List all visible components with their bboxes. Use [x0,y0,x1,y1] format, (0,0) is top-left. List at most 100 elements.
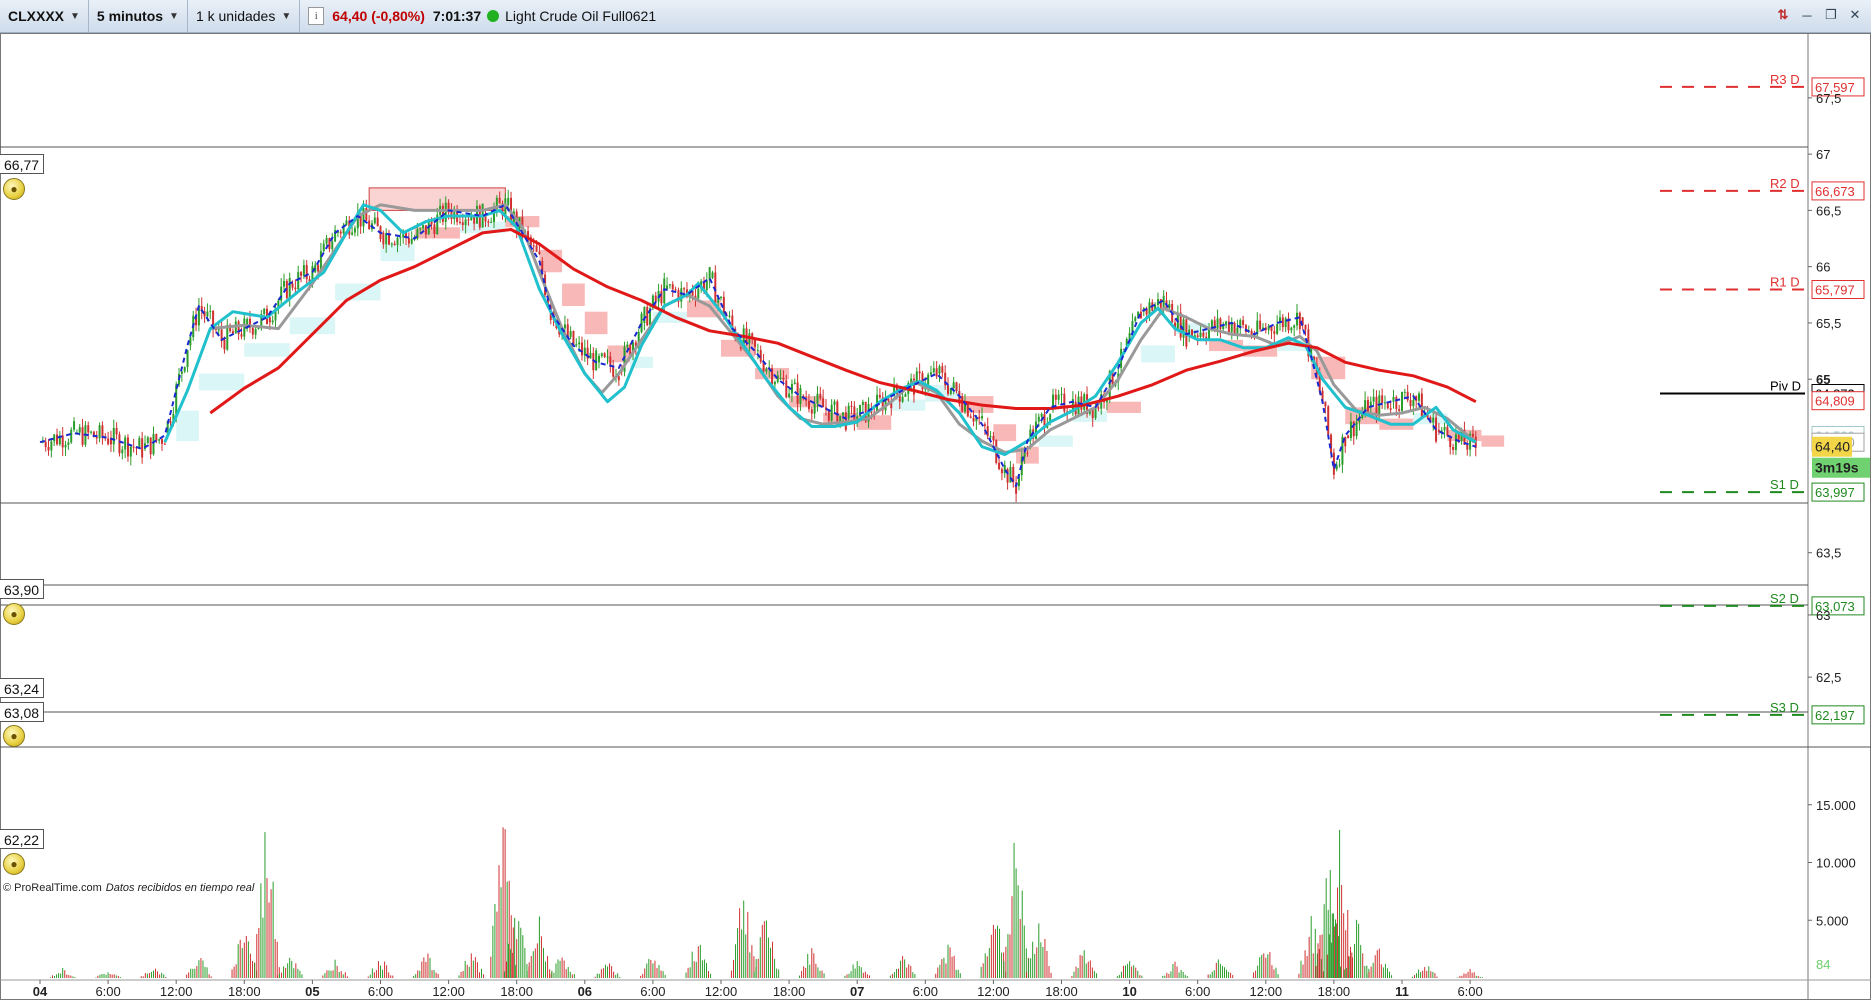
data-credit: © ProRealTime.com Datos recibidos en tiem… [3,882,254,894]
units-label: 1 k unidades [195,8,276,24]
x-tick-label: 6:00 [1457,984,1482,999]
alert-bell-icon[interactable]: ● [3,178,25,200]
candle-body [1338,464,1341,466]
candle-body [155,434,158,441]
candle-body [101,425,104,438]
candle-body [422,225,425,229]
candle-body [56,434,59,445]
pivot-name-label: R2 D [1770,176,1800,191]
candle-body [1347,435,1350,439]
candle-body [424,225,427,235]
candle-body [132,446,135,448]
candle-body [671,284,674,290]
candle-body [362,207,365,227]
cloud-segment [198,373,245,391]
cloud-segment [1481,435,1505,447]
candle-body [1202,332,1205,337]
x-tick-label: 6:00 [368,984,393,999]
candle-body [847,405,850,419]
x-tick-label: 6:00 [640,984,665,999]
candle-body [396,237,399,245]
candle-body [1128,333,1131,340]
candle-body [788,393,791,398]
price-chart[interactable]: R3 D67,597R2 D66,673R1 D65,797Piv D64,87… [0,33,1871,1000]
segment-upper-label-top: 66,77 [0,154,45,174]
restore-icon[interactable]: ❐ [1821,5,1841,25]
cloud-segment [1106,401,1141,413]
toolbar: CLXXXX ▼ 5 minutos ▼ 1 k unidades ▼ i 64… [0,0,1871,33]
cloud-segment [584,311,608,335]
candle-body [878,394,881,398]
candle-body [830,404,833,421]
candle-body [807,400,810,410]
candle-body [353,228,356,233]
alert-bell-icon[interactable]: ● [3,725,25,747]
cloud-segment [1038,435,1073,447]
pivot-value-text: 63,997 [1815,485,1855,500]
candle-body [1290,327,1293,331]
x-tick-label: 18:00 [500,984,533,999]
candle-body [288,277,291,299]
candle-body [1219,318,1222,330]
y-tick-label: 66,5 [1816,203,1841,218]
candle-body [1233,322,1236,334]
candle-body [473,216,476,224]
candle-body [617,376,620,381]
candle-body [1454,434,1457,450]
candle-body [1372,396,1375,402]
candle-body [816,393,819,404]
cloud-segment [1140,345,1175,363]
symbol-selector[interactable]: CLXXXX ▼ [0,0,89,33]
candle-body [112,428,115,445]
y-tick-label: 62,5 [1816,670,1841,685]
quote-info: i 64,40 (-0,80%) 7:01:37 Light Crude Oil… [300,0,664,33]
candle-body [978,416,981,419]
candle-body [368,220,371,230]
segment-upper-label-bot: 62,22 [0,829,45,849]
candle-body [600,353,603,356]
candle-body [728,315,731,317]
close-icon[interactable]: ✕ [1845,5,1865,25]
candle-body [124,437,127,450]
x-tick-label: 07 [850,984,864,999]
candle-body [206,311,209,317]
candle-body [1355,421,1358,437]
candle-body [1276,324,1279,334]
y-tick-label: 67 [1816,147,1830,162]
info-icon[interactable]: i [308,7,325,25]
candle-body [668,284,671,286]
candle-body [305,265,308,280]
cloud-segment [244,343,290,357]
candle-body [1398,409,1401,411]
sync-icon[interactable]: ⇅ [1773,5,1793,25]
pivot-name-label: Piv D [1770,378,1801,393]
candle-body [765,368,768,372]
candle-body [580,342,583,356]
y-tick-label: 65 [1816,372,1830,387]
candle-body [756,350,759,352]
minimize-icon[interactable]: ─ [1797,5,1817,25]
units-selector[interactable]: 1 k unidades ▼ [188,0,301,33]
candle-body [1466,444,1469,450]
candle-body [813,403,816,414]
candle-body [822,398,825,408]
y-tick-label: 67,5 [1816,91,1841,106]
candle-body [47,447,50,451]
candle-body [399,237,402,239]
candle-body [1381,395,1384,404]
x-tick-label: 05 [305,984,319,999]
x-tick-label: 18:00 [1318,984,1351,999]
timeframe-selector[interactable]: 5 minutos ▼ [89,0,188,33]
candle-body [419,228,422,230]
candle-body [339,231,342,234]
candle-body [989,436,992,438]
alert-bell-icon[interactable]: ● [3,853,25,875]
candle-body [223,339,226,350]
chevron-down-icon: ▼ [70,10,80,22]
candle-body [1199,332,1202,338]
candle-body [992,436,995,441]
candle-body [331,241,334,250]
alert-bell-icon[interactable]: ● [3,603,25,625]
candle-body [1026,452,1029,454]
candle-body [1298,312,1301,330]
